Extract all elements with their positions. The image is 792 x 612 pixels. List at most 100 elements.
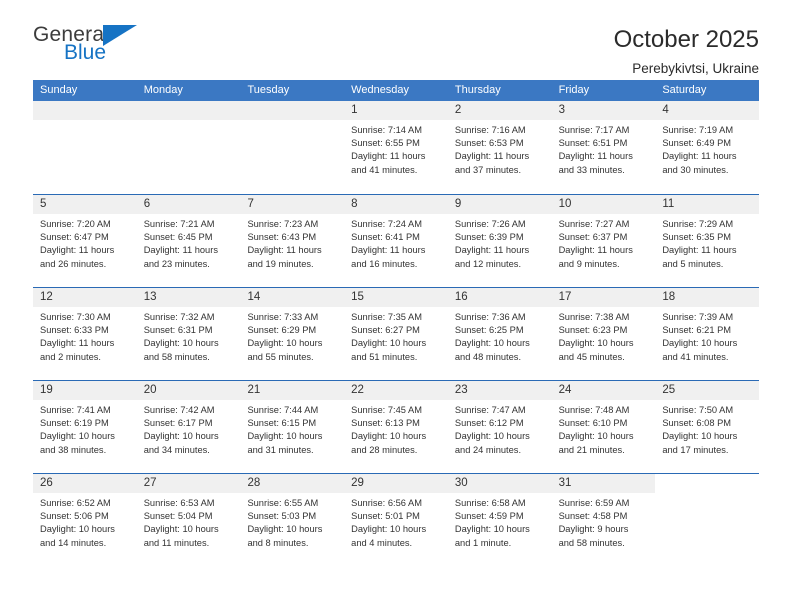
daylight-text-line2: and 17 minutes.: [662, 444, 729, 455]
day-number: 22: [344, 381, 448, 400]
calendar-day-cell[interactable]: 1 Sunrise: 7:14 AM Sunset: 6:55 PM Daylight…: [344, 101, 448, 194]
day-number: 3: [551, 101, 656, 120]
daylight-text-line1: Daylight: 10 hours: [558, 431, 634, 442]
day-details: Sunrise: 7:42 AM Sunset: 6:17 PM Daylight:…: [137, 400, 241, 457]
daylight-text-line1: Daylight: 11 hours: [454, 151, 530, 162]
day-details: Sunrise: 6:52 AM Sunset: 5:06 PM Daylight:…: [33, 493, 137, 550]
sunset-text: Sunset: 6:08 PM: [662, 418, 732, 429]
calendar-day-cell[interactable]: 12 Sunrise: 7:30 AM Sunset: 6:33 PM Dayligh…: [33, 288, 137, 380]
day-details: Sunrise: 7:38 AM Sunset: 6:23 PM Daylight:…: [552, 307, 656, 364]
sunset-text: Sunset: 6:55 PM: [351, 138, 420, 149]
calendar-week-row: 5 Sunrise: 7:20 AM Sunset: 6:47 PM Daylight…: [33, 194, 760, 287]
sunset-text: Sunset: 6:17 PM: [143, 418, 213, 429]
sunrise-text: Sunrise: 7:48 AM: [558, 405, 630, 415]
day-details: Sunrise: 7:14 AM Sunset: 6:55 PM Daylight:…: [344, 120, 448, 177]
sunrise-text: Sunrise: 7:32 AM: [143, 312, 215, 322]
day-number: 1: [344, 101, 448, 120]
sunrise-text: Sunrise: 7:19 AM: [662, 125, 734, 135]
calendar-day-cell-empty: [655, 474, 760, 566]
day-details: Sunrise: 7:45 AM Sunset: 6:13 PM Daylight:…: [344, 400, 448, 457]
calendar-day-cell[interactable]: 3 Sunrise: 7:17 AM Sunset: 6:51 PM Daylight…: [551, 101, 656, 194]
sunrise-text: Sunrise: 7:30 AM: [40, 312, 111, 322]
day-number: 6: [136, 195, 241, 214]
sunset-text: Sunset: 6:13 PM: [351, 418, 420, 429]
daylight-text-line1: Daylight: 11 hours: [351, 151, 426, 162]
day-number: 15: [344, 288, 448, 307]
sunset-text: Sunset: 6:29 PM: [247, 325, 317, 336]
calendar-day-cell[interactable]: 4 Sunrise: 7:19 AM Sunset: 6:49 PM Daylight…: [655, 101, 760, 194]
sunrise-text: Sunrise: 7:35 AM: [351, 312, 422, 322]
calendar-day-cell[interactable]: 10 Sunrise: 7:27 AM Sunset: 6:37 PM Dayligh…: [551, 195, 656, 287]
day-number: 26: [33, 474, 137, 493]
day-number: 27: [136, 474, 241, 493]
day-details: Sunrise: 7:32 AM Sunset: 6:31 PM Daylight:…: [137, 307, 241, 364]
general-blue-logo[interactable]: General Blue: [33, 24, 148, 70]
day-number: [655, 474, 760, 493]
day-details: Sunrise: 7:20 AM Sunset: 6:47 PM Daylight:…: [33, 214, 137, 271]
sunset-text: Sunset: 6:19 PM: [40, 418, 109, 429]
sunset-text: Sunset: 6:53 PM: [454, 138, 524, 149]
calendar-day-cell[interactable]: 30 Sunrise: 6:58 AM Sunset: 4:59 PM Dayligh…: [447, 474, 552, 566]
calendar-day-cell[interactable]: 17 Sunrise: 7:38 AM Sunset: 6:23 PM Dayligh…: [551, 288, 656, 380]
calendar-day-cell[interactable]: 7 Sunrise: 7:23 AM Sunset: 6:43 PM Daylight…: [240, 195, 345, 287]
calendar-day-cell[interactable]: 22 Sunrise: 7:45 AM Sunset: 6:13 PM Dayligh…: [344, 381, 448, 473]
daylight-text-line2: and 26 minutes.: [40, 258, 107, 269]
calendar-day-cell[interactable]: 27 Sunrise: 6:53 AM Sunset: 5:04 PM Dayligh…: [136, 474, 241, 566]
calendar-day-cell[interactable]: 14 Sunrise: 7:33 AM Sunset: 6:29 PM Dayligh…: [240, 288, 345, 380]
daylight-text-line2: and 51 minutes.: [351, 351, 418, 362]
daylight-text-line1: Daylight: 11 hours: [454, 245, 530, 256]
calendar-day-cell[interactable]: 24 Sunrise: 7:48 AM Sunset: 6:10 PM Dayligh…: [551, 381, 656, 473]
calendar-day-cell[interactable]: 8 Sunrise: 7:24 AM Sunset: 6:41 PM Daylight…: [344, 195, 448, 287]
daylight-text-line2: and 1 minute.: [454, 537, 512, 548]
calendar-day-cell[interactable]: 11 Sunrise: 7:29 AM Sunset: 6:35 PM Dayligh…: [655, 195, 760, 287]
calendar-day-cell[interactable]: 21 Sunrise: 7:44 AM Sunset: 6:15 PM Dayligh…: [240, 381, 345, 473]
daylight-text-line2: and 2 minutes.: [40, 351, 101, 362]
day-details: Sunrise: 7:23 AM Sunset: 6:43 PM Daylight:…: [240, 214, 344, 271]
calendar-day-cell[interactable]: 23 Sunrise: 7:47 AM Sunset: 6:12 PM Dayligh…: [447, 381, 552, 473]
sunset-text: Sunset: 5:04 PM: [143, 511, 213, 522]
calendar-day-cell[interactable]: 29 Sunrise: 6:56 AM Sunset: 5:01 PM Dayligh…: [344, 474, 448, 566]
sunset-text: Sunset: 6:41 PM: [351, 232, 420, 243]
sunrise-text: Sunrise: 7:16 AM: [454, 125, 526, 135]
sunset-text: Sunset: 5:06 PM: [40, 511, 109, 522]
calendar-day-cell[interactable]: 18 Sunrise: 7:39 AM Sunset: 6:21 PM Dayligh…: [655, 288, 760, 380]
day-details: Sunrise: 7:50 AM Sunset: 6:08 PM Daylight:…: [655, 400, 759, 457]
calendar-day-cell[interactable]: 19 Sunrise: 7:41 AM Sunset: 6:19 PM Dayligh…: [33, 381, 137, 473]
calendar-day-cell[interactable]: 26 Sunrise: 6:52 AM Sunset: 5:06 PM Dayligh…: [33, 474, 137, 566]
calendar-day-cell[interactable]: 5 Sunrise: 7:20 AM Sunset: 6:47 PM Daylight…: [33, 195, 137, 287]
calendar-day-cell[interactable]: 28 Sunrise: 6:55 AM Sunset: 5:03 PM Dayligh…: [240, 474, 345, 566]
day-number: 24: [551, 381, 656, 400]
title-block: October 2025 Perebykivtsi, Ukraine: [614, 24, 759, 79]
sunrise-text: Sunrise: 6:52 AM: [40, 498, 111, 508]
daylight-text-line1: Daylight: 10 hours: [662, 338, 738, 349]
calendar-day-cell[interactable]: 31 Sunrise: 6:59 AM Sunset: 4:58 PM Dayligh…: [551, 474, 656, 566]
calendar-day-cell[interactable]: 9 Sunrise: 7:26 AM Sunset: 6:39 PM Daylight…: [447, 195, 552, 287]
day-details: Sunrise: 7:41 AM Sunset: 6:19 PM Daylight:…: [33, 400, 137, 457]
daylight-text-line1: Daylight: 11 hours: [40, 245, 115, 256]
sunset-text: Sunset: 6:23 PM: [558, 325, 628, 336]
calendar-day-cell[interactable]: 6 Sunrise: 7:21 AM Sunset: 6:45 PM Daylight…: [136, 195, 241, 287]
calendar-day-cell[interactable]: 15 Sunrise: 7:35 AM Sunset: 6:27 PM Dayligh…: [344, 288, 448, 380]
calendar-day-cell[interactable]: 16 Sunrise: 7:36 AM Sunset: 6:25 PM Dayligh…: [447, 288, 552, 380]
day-details: Sunrise: 6:59 AM Sunset: 4:58 PM Daylight:…: [552, 493, 656, 550]
day-number: 28: [240, 474, 345, 493]
calendar-day-cell[interactable]: 13 Sunrise: 7:32 AM Sunset: 6:31 PM Dayligh…: [136, 288, 241, 380]
day-number: 5: [33, 195, 137, 214]
day-of-week-header: Sunday Monday Tuesday Wednesday Thursday…: [33, 80, 759, 101]
day-number: [33, 101, 137, 120]
day-number: 9: [447, 195, 552, 214]
day-number: 12: [33, 288, 137, 307]
day-number: 8: [344, 195, 448, 214]
day-details: Sunrise: 6:55 AM Sunset: 5:03 PM Daylight:…: [240, 493, 344, 550]
day-details: Sunrise: 7:21 AM Sunset: 6:45 PM Daylight:…: [137, 214, 241, 271]
daylight-text-line2: and 4 minutes.: [351, 537, 413, 548]
day-details: Sunrise: 7:17 AM Sunset: 6:51 PM Daylight:…: [552, 120, 656, 177]
page-title: October 2025: [613, 26, 759, 53]
daylight-text-line2: and 23 minutes.: [143, 258, 210, 269]
day-details: Sunrise: 7:24 AM Sunset: 6:41 PM Daylight:…: [344, 214, 448, 271]
day-number: 21: [240, 381, 345, 400]
calendar-day-cell[interactable]: 25 Sunrise: 7:50 AM Sunset: 6:08 PM Dayligh…: [655, 381, 760, 473]
calendar-day-cell[interactable]: 2 Sunrise: 7:16 AM Sunset: 6:53 PM Daylight…: [447, 101, 552, 194]
calendar-day-cell[interactable]: 20 Sunrise: 7:42 AM Sunset: 6:17 PM Dayligh…: [136, 381, 241, 473]
calendar-grid: Sunday Monday Tuesday Wednesday Thursday…: [33, 80, 760, 566]
